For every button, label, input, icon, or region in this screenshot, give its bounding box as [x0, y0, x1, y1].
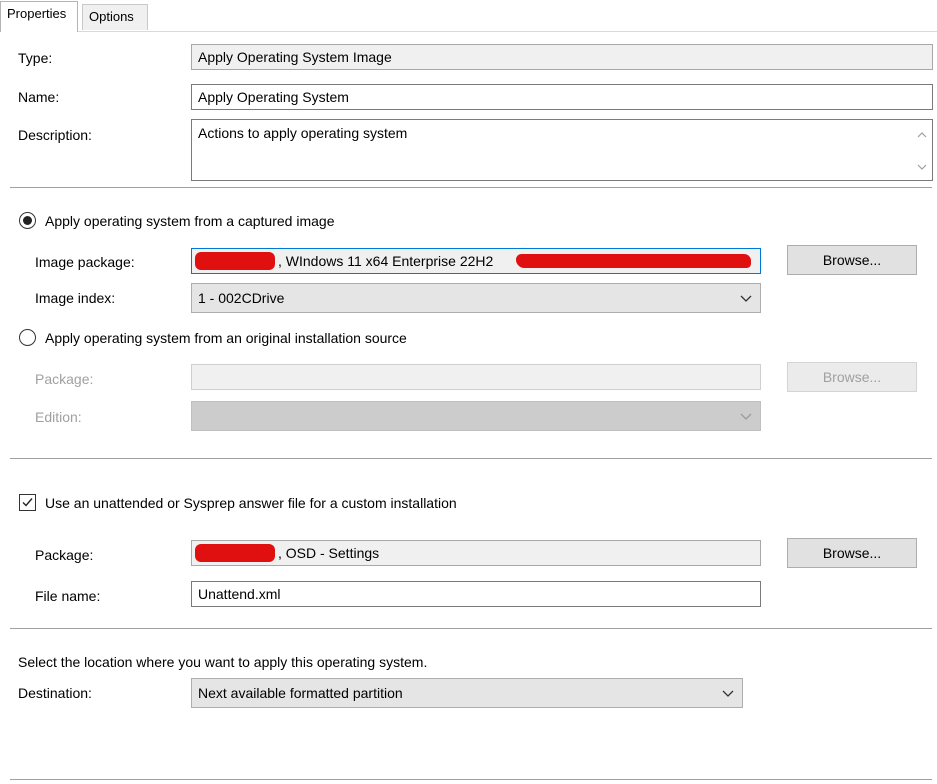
answer-package-field: , OSD - Settings [191, 540, 761, 566]
type-label: Type: [18, 50, 53, 66]
description-text: Actions to apply operating system [198, 125, 408, 141]
type-field: Apply Operating System Image [191, 44, 933, 70]
destination-instruction: Select the location where you want to ap… [18, 654, 428, 670]
chevron-down-icon [740, 295, 752, 302]
answer-package-label: Package: [35, 547, 94, 563]
description-field[interactable]: Actions to apply operating system [191, 119, 933, 181]
destination-value: Next available formatted partition [198, 685, 403, 701]
name-field[interactable]: Apply Operating System [191, 84, 933, 110]
image-index-select[interactable]: 1 - 002CDrive [191, 283, 761, 313]
captured-image-option-label[interactable]: Apply operating system from a captured i… [45, 212, 334, 230]
redaction-mark [516, 254, 751, 268]
tab-strip: Properties Options [0, 0, 937, 32]
description-scrollbar[interactable] [913, 121, 931, 179]
captured-image-radio[interactable] [19, 212, 36, 229]
original-package-browse-button: Browse... [787, 362, 917, 392]
separator [10, 628, 932, 629]
destination-select[interactable]: Next available formatted partition [191, 678, 743, 708]
filename-field[interactable]: Unattend.xml [191, 581, 761, 607]
image-package-browse-button[interactable]: Browse... [787, 245, 917, 275]
edition-select [191, 401, 761, 431]
image-index-label: Image index: [35, 290, 116, 306]
tab-divider [0, 31, 937, 32]
image-index-value: 1 - 002CDrive [198, 290, 285, 306]
tab-properties[interactable]: Properties [0, 1, 78, 32]
description-label: Description: [18, 127, 92, 143]
filename-label: File name: [35, 588, 101, 604]
original-source-radio[interactable] [19, 329, 36, 346]
image-package-label: Image package: [35, 254, 135, 270]
answer-package-browse-button[interactable]: Browse... [787, 538, 917, 568]
scroll-up-icon[interactable] [913, 127, 931, 145]
chevron-down-icon [740, 413, 752, 420]
original-package-field [191, 364, 761, 390]
radio-selected-dot [23, 216, 32, 225]
answer-file-checkbox-label[interactable]: Use an unattended or Sysprep answer file… [45, 494, 457, 512]
separator [10, 458, 932, 459]
chevron-down-icon [722, 690, 734, 697]
name-label: Name: [18, 89, 60, 105]
separator [10, 187, 932, 188]
answer-file-checkbox[interactable] [19, 494, 36, 511]
separator [10, 779, 932, 780]
scroll-down-icon[interactable] [913, 159, 931, 177]
original-package-label: Package: [35, 371, 94, 387]
original-source-option-label[interactable]: Apply operating system from an original … [45, 329, 407, 347]
destination-label: Destination: [18, 685, 92, 701]
edition-label: Edition: [35, 409, 82, 425]
redaction-mark [195, 544, 275, 562]
tab-options[interactable]: Options [82, 4, 148, 30]
checkmark-icon [22, 498, 33, 507]
redaction-mark [195, 252, 275, 270]
